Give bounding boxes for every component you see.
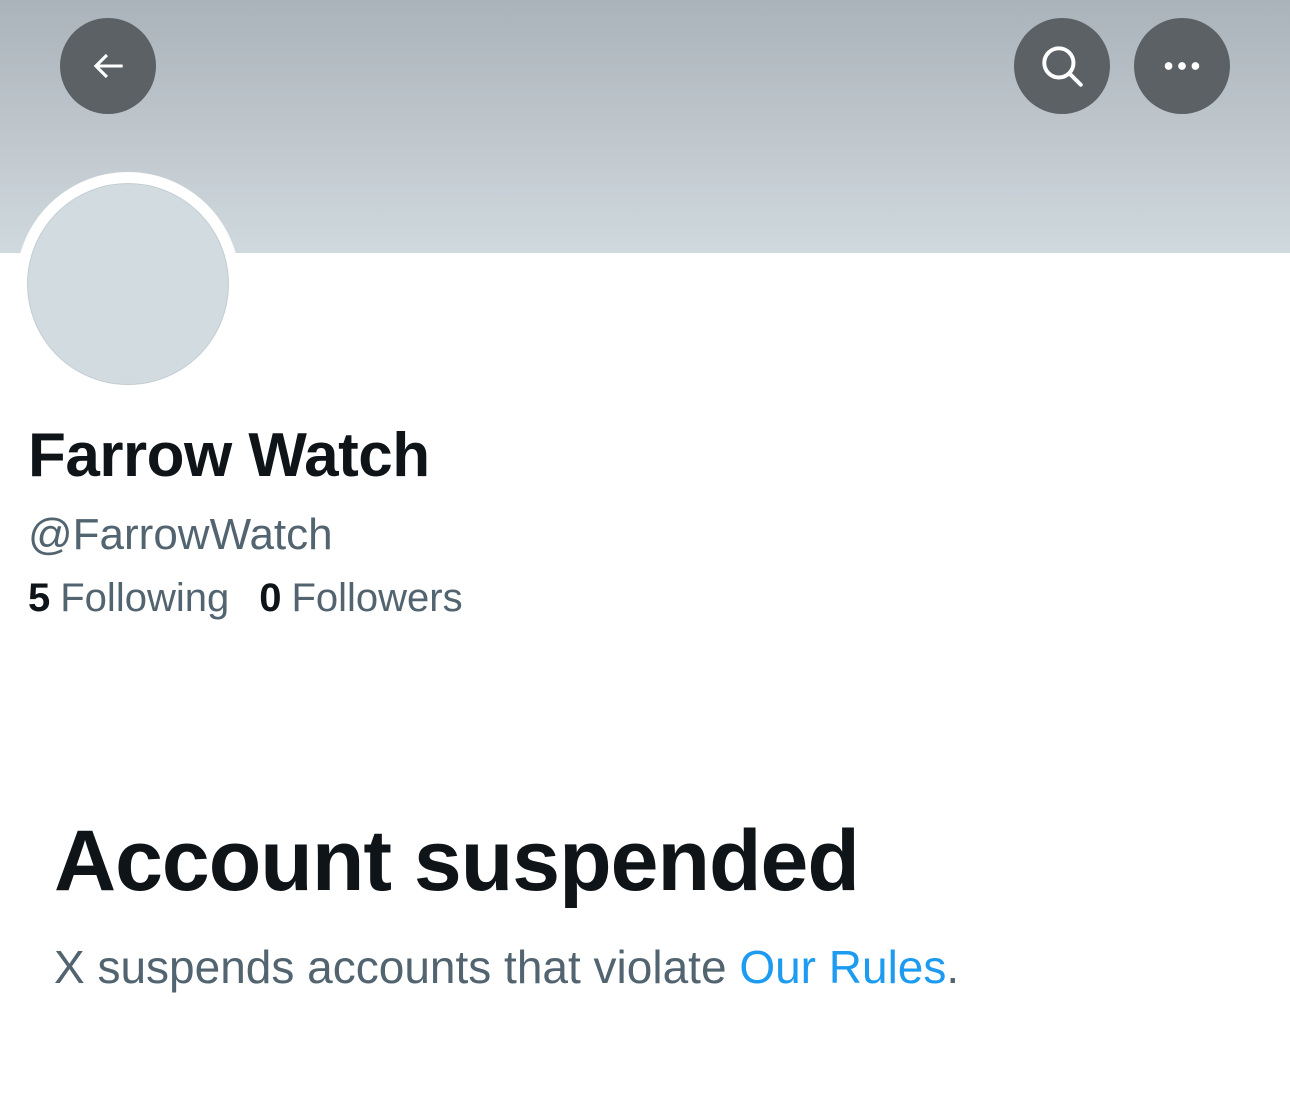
- our-rules-link[interactable]: Our Rules: [739, 941, 946, 993]
- user-handle: @FarrowWatch: [28, 510, 333, 559]
- followers-count: 0: [259, 576, 282, 620]
- suspended-description: X suspends accounts that violate Our Rul…: [54, 940, 959, 994]
- back-button[interactable]: [60, 18, 156, 114]
- suspended-description-text: X suspends accounts that violate: [54, 941, 740, 993]
- following-label: Following: [60, 576, 230, 620]
- arrow-left-icon: [93, 53, 123, 79]
- follow-stats: 5 Following 0 Followers: [28, 576, 463, 621]
- suspended-description-period: .: [946, 941, 960, 993]
- following-count: 5: [28, 576, 51, 620]
- more-options-button[interactable]: [1134, 18, 1230, 114]
- search-icon: [1042, 46, 1083, 87]
- following-stat[interactable]: 5 Following: [28, 576, 229, 621]
- display-name: Farrow Watch: [28, 421, 430, 490]
- suspended-title: Account suspended: [54, 813, 860, 909]
- followers-stat[interactable]: 0 Followers: [259, 576, 462, 621]
- search-button[interactable]: [1014, 18, 1110, 114]
- followers-label: Followers: [291, 576, 463, 620]
- more-horizontal-icon: [1164, 62, 1200, 70]
- avatar[interactable]: [27, 183, 229, 385]
